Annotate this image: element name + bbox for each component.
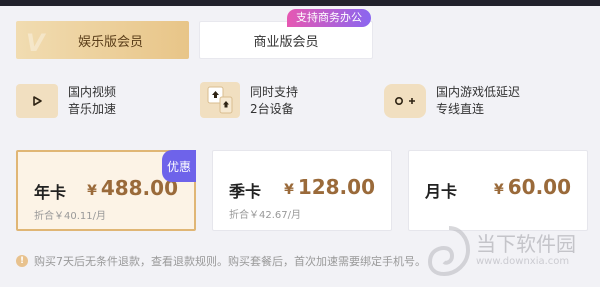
refund-notice-text: 购买7天后无条件退款，查看退款规则。购买套餐后，首次加速需要绑定手机号。 bbox=[34, 255, 426, 268]
business-badge: 支持商务办公 bbox=[287, 9, 371, 27]
currency-symbol: ¥ bbox=[493, 182, 504, 198]
watermark-text: 当下软件园 bbox=[476, 232, 576, 256]
plan-monthly-equivalent: 折合￥40.11/月 bbox=[34, 211, 106, 222]
feature-label: 2台设备 bbox=[250, 102, 294, 116]
feature-label: 国内视频 bbox=[68, 85, 117, 99]
devices-icon bbox=[200, 82, 240, 118]
feature-label: 国内游戏低延迟 bbox=[436, 85, 521, 99]
feature-label: 音乐加速 bbox=[68, 102, 117, 116]
feature-label: 专线直连 bbox=[436, 102, 485, 116]
plan-price-value: 60.00 bbox=[507, 175, 571, 199]
plan-name: 月卡 bbox=[425, 182, 458, 201]
plan-price: ¥60.00 bbox=[494, 175, 571, 199]
currency-symbol: ¥ bbox=[87, 183, 97, 199]
v-logo-icon: V bbox=[26, 29, 45, 57]
info-icon: ! bbox=[16, 255, 28, 267]
plan-card-yearly[interactable]: 年卡 ¥488.00 折合￥40.11/月 优惠 bbox=[16, 150, 196, 231]
plan-card-monthly[interactable]: 月卡 ¥60.00 bbox=[408, 150, 588, 231]
discount-badge: 优惠 bbox=[162, 150, 196, 182]
plan-price: ¥488.00 bbox=[87, 176, 178, 200]
currency-symbol: ¥ bbox=[284, 182, 294, 198]
watermark-logo-icon bbox=[426, 226, 472, 280]
tab-entertainment-label: 娱乐版会员 bbox=[77, 34, 143, 50]
plan-monthly-equivalent: 折合￥42.67/月 bbox=[229, 210, 301, 221]
plan-name: 季卡 bbox=[229, 182, 262, 201]
feature-gaming: 国内游戏低延迟 专线直连 bbox=[384, 82, 520, 118]
feature-devices: 同时支持 2台设备 bbox=[200, 82, 298, 118]
window-top-bar bbox=[0, 0, 600, 6]
plan-price-value: 128.00 bbox=[297, 175, 375, 199]
watermark-url: www.downxia.com bbox=[476, 256, 570, 267]
plan-price: ¥128.00 bbox=[284, 175, 375, 199]
plan-card-quarterly[interactable]: 季卡 ¥128.00 折合￥42.67/月 bbox=[212, 150, 392, 231]
plan-name: 年卡 bbox=[34, 183, 67, 202]
tab-business-label: 商业版会员 bbox=[253, 34, 319, 50]
tab-entertainment-membership[interactable]: V 娱乐版会员 bbox=[16, 21, 189, 59]
feature-label: 同时支持 bbox=[250, 85, 299, 99]
gamepad-icon bbox=[384, 84, 426, 118]
refund-notice: ! 购买7天后无条件退款，查看退款规则。购买套餐后，首次加速需要绑定手机号。 bbox=[16, 253, 426, 269]
play-icon bbox=[16, 84, 58, 118]
feature-video-music: 国内视频 音乐加速 bbox=[16, 82, 116, 118]
